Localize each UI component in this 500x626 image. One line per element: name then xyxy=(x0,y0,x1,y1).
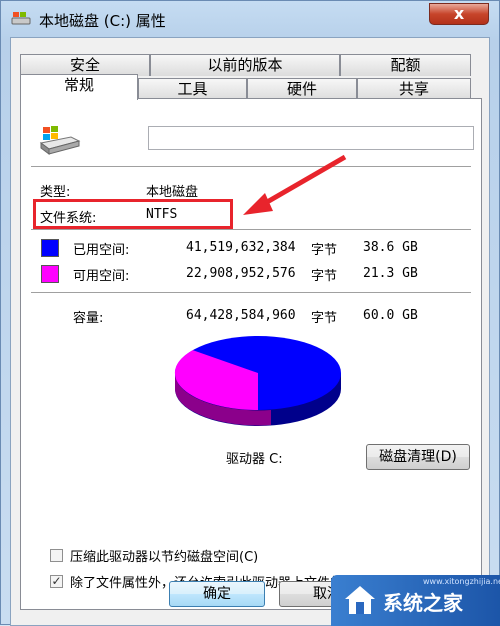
hard-drive-icon xyxy=(39,126,81,155)
dialog-content: 安全 以前的版本 配额 常规 工具 硬件 共享 类型: 本地磁盘 文件系统: N… xyxy=(10,37,490,626)
capacity-gb: 60.0 GB xyxy=(363,308,418,323)
house-logo-icon xyxy=(345,586,375,614)
free-space-bytes: 22,908,952,576 xyxy=(186,266,296,281)
capacity-bytes: 64,428,584,960 xyxy=(186,308,296,323)
capacity-label: 容量: xyxy=(73,311,104,326)
free-space-gb: 21.3 GB xyxy=(363,266,418,281)
properties-window: 本地磁盘 (C:) 属性 x 安全 以前的版本 配额 常规 工具 硬件 共享 类… xyxy=(0,0,500,626)
used-space-gb: 38.6 GB xyxy=(363,240,418,255)
free-space-swatch xyxy=(41,265,59,283)
tab-hardware[interactable]: 硬件 xyxy=(247,78,357,100)
free-space-unit: 字节 xyxy=(311,269,338,284)
tab-quota[interactable]: 配额 xyxy=(340,54,471,76)
tab-tools[interactable]: 工具 xyxy=(138,78,247,100)
watermark-url: www.xitongzhijia.net xyxy=(423,577,500,586)
disk-cleanup-button[interactable]: 磁盘清理(D) xyxy=(366,444,470,470)
tab-sharing[interactable]: 共享 xyxy=(357,78,471,100)
ok-button[interactable]: 确定 xyxy=(169,581,265,607)
drive-icon xyxy=(11,12,31,25)
annotation-arrow xyxy=(243,154,347,215)
window-title: 本地磁盘 (C:) 属性 xyxy=(39,12,166,30)
title-bar: 本地磁盘 (C:) 属性 x xyxy=(1,1,499,37)
watermark-badge: www.xitongzhijia.net 系统之家 xyxy=(331,575,500,626)
general-panel: 类型: 本地磁盘 文件系统: NTFS 已用空间: 41,519,632,384… xyxy=(20,98,482,610)
used-space-bytes: 41,519,632,384 xyxy=(186,240,296,255)
drive-caption: 驱动器 C: xyxy=(226,452,283,467)
usage-pie-chart xyxy=(174,336,341,426)
used-space-swatch xyxy=(41,239,59,257)
drive-label-input[interactable] xyxy=(148,126,474,150)
tab-general[interactable]: 常规 xyxy=(20,74,138,100)
highlight-box xyxy=(33,199,233,229)
tab-security[interactable]: 安全 xyxy=(20,54,150,76)
separator xyxy=(31,292,471,293)
watermark-text: 系统之家 xyxy=(383,591,463,615)
free-space-label: 可用空间: xyxy=(73,269,130,284)
capacity-unit: 字节 xyxy=(311,311,338,326)
compress-checkbox[interactable] xyxy=(50,549,63,562)
type-value: 本地磁盘 xyxy=(146,185,199,200)
used-space-unit: 字节 xyxy=(311,243,338,258)
used-space-label: 已用空间: xyxy=(73,243,130,258)
index-checkbox[interactable]: ✓ xyxy=(50,575,63,588)
separator xyxy=(31,229,471,230)
compress-label: 压缩此驱动器以节约磁盘空间(C) xyxy=(70,550,259,565)
close-button[interactable]: x xyxy=(429,3,489,25)
tab-previous-versions[interactable]: 以前的版本 xyxy=(150,54,340,76)
type-label: 类型: xyxy=(40,185,71,200)
